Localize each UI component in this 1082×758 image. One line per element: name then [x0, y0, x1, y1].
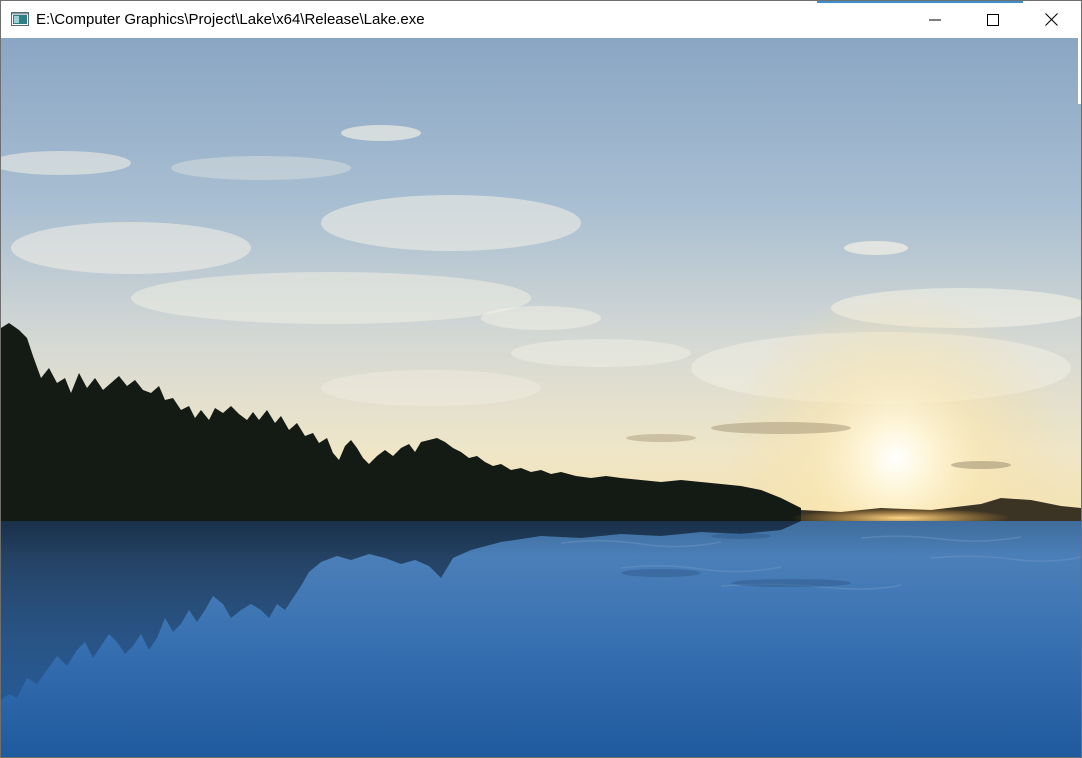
maximize-icon [987, 13, 999, 26]
application-window: E:\Computer Graphics\Project\Lake\x64\Re… [0, 0, 1082, 758]
console-app-icon[interactable] [11, 12, 29, 26]
distant-cloud-streak [711, 422, 851, 434]
maximize-button[interactable] [964, 1, 1022, 38]
window-title: E:\Computer Graphics\Project\Lake\x64\Re… [36, 11, 425, 28]
distant-cloud-streak [626, 434, 696, 442]
minimize-icon [929, 14, 941, 26]
close-icon [1044, 13, 1058, 26]
distant-cloud-streak [951, 461, 1011, 469]
close-button[interactable] [1022, 1, 1080, 38]
minimize-button[interactable] [906, 1, 964, 38]
viewport-edge-strip [1078, 38, 1081, 104]
lake-sunset-scene [1, 38, 1081, 757]
title-bar[interactable]: E:\Computer Graphics\Project\Lake\x64\Re… [1, 1, 1081, 38]
render-viewport[interactable] [1, 38, 1081, 757]
